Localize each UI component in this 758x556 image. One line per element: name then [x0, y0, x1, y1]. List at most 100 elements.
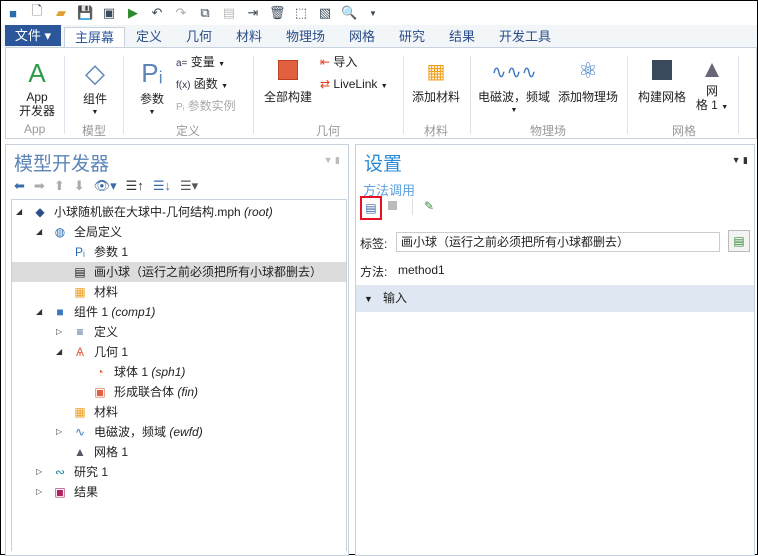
collapse-icon[interactable]: ☰↓: [153, 178, 171, 194]
definitions-icon: ≡: [76, 325, 84, 339]
stop-icon[interactable]: [388, 201, 397, 210]
mesh-cube-icon: [652, 60, 672, 80]
tab-geometry[interactable]: 几何: [176, 27, 222, 47]
undo-icon[interactable]: ↶: [149, 5, 165, 21]
ribbon-tabs: 文件 ▾ 主屏幕 定义 几何 材料 物理场 网格 研究 结果 开发工具: [1, 25, 757, 47]
tree-item-materials-comp[interactable]: ▦ 材料: [12, 402, 346, 422]
tab-developer[interactable]: 开发工具: [489, 27, 561, 47]
tree-item-results[interactable]: ▷ ▣ 结果: [12, 482, 346, 502]
app-builder-icon: A: [28, 58, 46, 88]
edit-method-icon[interactable]: ✎: [424, 199, 434, 213]
tree-item-method-call[interactable]: ▤ 画小球（运行之前必须把所有小球都删去）: [12, 262, 346, 282]
globe-icon: ◍: [54, 225, 66, 239]
build-mesh-button[interactable]: 构建网格: [632, 60, 692, 104]
list-options-icon[interactable]: ☰▾: [180, 178, 198, 194]
save-as-icon[interactable]: ▣: [101, 5, 117, 21]
tab-physics[interactable]: 物理场: [276, 27, 335, 47]
group-label-app: App: [24, 122, 46, 136]
back-icon[interactable]: ⬅: [14, 178, 25, 194]
save-icon[interactable]: 💾: [77, 5, 93, 21]
label-options-button[interactable]: ▤: [728, 230, 750, 252]
tree-item-component[interactable]: ◢ ■ 组件 1 (comp1): [12, 302, 346, 322]
ribbon: A App 开发器 App ◇ 组件 ▼ 模型 Pᵢ 参数 ▼ a= 变量 ▼ f(…: [5, 47, 757, 139]
atom-icon: ⚛: [578, 58, 598, 83]
sphere-icon: ◔: [96, 365, 104, 379]
run-method-button[interactable]: ▤: [360, 196, 382, 220]
run-icon[interactable]: ▶: [125, 5, 141, 21]
material-icon: ▦: [74, 285, 86, 299]
move-up-icon[interactable]: ⬆: [54, 178, 65, 194]
tab-home[interactable]: 主屏幕: [64, 27, 126, 47]
model-icon: ◆: [35, 205, 45, 219]
section-input-header[interactable]: ▼ 输入: [356, 285, 754, 312]
wave-icon: ∿: [74, 425, 86, 439]
parameter-case-button[interactable]: Pᵢ 参数实例: [176, 99, 236, 115]
paste-icon[interactable]: ▤: [221, 5, 237, 21]
model-tree: ◢ ◆ 小球随机嵌在大球中-几何结构.mph (root) ◢ ◍ 全局定义 Pᵢ 参数 …: [11, 199, 347, 551]
tree-item-sphere[interactable]: ◔ 球体 1 (sph1): [12, 362, 346, 382]
select-icon[interactable]: ⬚: [293, 5, 309, 21]
tree-item-mesh[interactable]: ▲ 网格 1: [12, 442, 346, 462]
tree-item-definitions[interactable]: ▷ ≡ 定义: [12, 322, 346, 342]
panel-pin-icon[interactable]: ▼ ▮: [324, 155, 340, 166]
tab-materials[interactable]: 材料: [226, 27, 272, 47]
tab-results[interactable]: 结果: [439, 27, 485, 47]
add-material-button[interactable]: ▦ 添加材料: [408, 60, 464, 104]
material-icon: ▦: [426, 61, 446, 83]
forward-icon[interactable]: ➡: [34, 178, 45, 194]
mesh-icon: ▲: [74, 445, 86, 459]
copy-icon[interactable]: ⧉: [197, 5, 213, 21]
move-down-icon[interactable]: ⬇: [74, 178, 85, 194]
redo-icon[interactable]: ↷: [173, 5, 189, 21]
duplicate-icon[interactable]: ⇥: [245, 5, 261, 21]
tree-item-form-union[interactable]: ▣ 形成联合体 (fin): [12, 382, 346, 402]
emw-frequency-button[interactable]: ∿∿∿ 电磁波，频域 ▼: [474, 60, 554, 118]
tree-item-root[interactable]: ◢ ◆ 小球随机嵌在大球中-几何结构.mph (root): [12, 202, 346, 222]
tree-item-geometry[interactable]: ◢ Ѧ 几何 1: [12, 342, 346, 362]
group-label-mesh: 网格: [672, 124, 697, 138]
livelink-button[interactable]: ⇄ LiveLink ▼: [320, 77, 388, 94]
add-physics-button[interactable]: ⚛ 添加物理场: [556, 58, 620, 104]
app-icon: ■: [9, 5, 17, 21]
results-icon: ▣: [54, 485, 66, 499]
tab-study[interactable]: 研究: [389, 27, 435, 47]
find-icon[interactable]: 🔍: [341, 5, 357, 21]
group-label-model: 模型: [82, 124, 107, 138]
import-button[interactable]: ⇤ 导入: [320, 55, 357, 69]
material-icon: ▦: [74, 405, 86, 419]
settings-title: 设置: [364, 154, 403, 175]
settings-panel: 设置 ▼ ▮ 方法调用 ▤ ✎ 标签: 画小球（运行之前必须把所有小球都删去） …: [355, 144, 755, 556]
pi-icon: Pᵢ: [141, 58, 163, 88]
tree-item-materials[interactable]: ▦ 材料: [12, 282, 346, 302]
tree-item-global-definitions[interactable]: ◢ ◍ 全局定义: [12, 222, 346, 242]
file-menu-button[interactable]: 文件 ▾: [5, 25, 61, 46]
tree-item-study[interactable]: ▷ ∾ 研究 1: [12, 462, 346, 482]
show-icon[interactable]: 👁▾: [94, 178, 117, 194]
mesh1-button[interactable]: ▲ 网格 1 ▼: [694, 56, 730, 115]
tab-definitions[interactable]: 定义: [126, 27, 172, 47]
group-label-definitions: 定义: [176, 124, 201, 138]
group-label-geometry: 几何: [316, 124, 341, 138]
variables-button[interactable]: a= 变量 ▼: [176, 55, 225, 72]
open-icon[interactable]: ▰: [53, 5, 69, 21]
component-button[interactable]: ◇ 组件 ▼: [70, 58, 120, 120]
tree-item-emw[interactable]: ▷ ∿ 电磁波，频域 (ewfd): [12, 422, 346, 442]
new-icon[interactable]: 🗋: [29, 2, 45, 24]
tree-item-parameters[interactable]: Pᵢ 参数 1: [12, 242, 346, 262]
pi-icon: Pᵢ: [75, 245, 85, 259]
parameters-button[interactable]: Pᵢ 参数 ▼: [132, 58, 172, 120]
build-all-button[interactable]: 全部构建: [260, 60, 316, 104]
functions-button[interactable]: f(x) 函数 ▼: [176, 77, 228, 94]
dropdown-icon[interactable]: ▼: [365, 9, 381, 18]
run-method-icon: ▤: [365, 201, 377, 215]
delete-icon[interactable]: 🗑: [269, 5, 286, 21]
tab-mesh[interactable]: 网格: [339, 27, 385, 47]
method-caption: 方法:: [360, 265, 388, 279]
expand-icon[interactable]: ☰↑: [126, 178, 144, 194]
panel-pin-icon[interactable]: ▼ ▮: [732, 155, 748, 166]
clear-icon[interactable]: ▧: [317, 5, 333, 21]
collapse-icon: ▼: [364, 294, 373, 304]
method-call-icon: ▤: [74, 265, 86, 279]
label-input[interactable]: 画小球（运行之前必须把所有小球都删去）: [396, 232, 720, 252]
app-builder-button[interactable]: A App 开发器: [12, 58, 62, 118]
